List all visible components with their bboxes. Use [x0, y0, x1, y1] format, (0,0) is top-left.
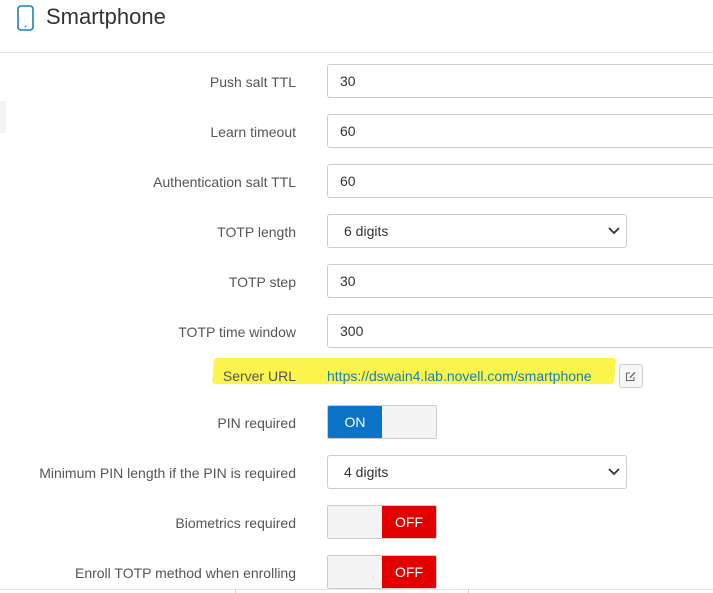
page-title: Smartphone [46, 4, 166, 29]
smartphone-icon [17, 5, 34, 31]
auth-salt-ttl-input[interactable]: 60 [327, 164, 713, 198]
toggle-off-state: OFF [382, 506, 436, 538]
push-salt-ttl-input[interactable]: 30 [327, 64, 713, 98]
pin-required-toggle[interactable]: ON [327, 405, 437, 439]
totp-step-input[interactable]: 30 [327, 264, 713, 298]
min-pin-length-select[interactable]: 4 digits [327, 455, 627, 489]
toggle-off-side [382, 406, 436, 438]
min-pin-length-label: Minimum PIN length if the PIN is require… [39, 465, 296, 481]
edit-url-button[interactable] [619, 364, 643, 388]
edit-icon [625, 372, 636, 382]
bottom-divider [0, 589, 713, 590]
enroll-totp-toggle[interactable]: OFF [327, 555, 437, 589]
toggle-on-side [328, 506, 382, 538]
totp-length-select[interactable]: 6 digits [327, 214, 627, 248]
totp-time-window-input[interactable]: 300 [327, 314, 713, 348]
side-panel-tab[interactable] [0, 101, 6, 133]
page-header: Smartphone [0, 0, 713, 53]
toggle-off-state: OFF [382, 556, 436, 588]
totp-time-window-label: TOTP time window [178, 324, 296, 340]
totp-step-label: TOTP step [228, 274, 296, 290]
column-divider [468, 589, 469, 593]
enroll-totp-label: Enroll TOTP method when enrolling [74, 565, 296, 581]
server-url-link[interactable]: https://dswain4.lab.novell.com/smartphon… [327, 367, 592, 385]
learn-timeout-label: Learn timeout [210, 124, 296, 140]
server-url-label: Server URL [222, 368, 296, 384]
push-salt-ttl-label: Push salt TTL [209, 74, 296, 90]
totp-length-label: TOTP length [217, 224, 296, 240]
learn-timeout-input[interactable]: 60 [327, 114, 713, 148]
toggle-on-side [328, 556, 382, 588]
chevron-down-icon [608, 227, 620, 235]
chevron-down-icon [608, 468, 620, 476]
totp-length-value: 6 digits [344, 223, 389, 239]
biometrics-required-toggle[interactable]: OFF [327, 505, 437, 539]
toggle-on-state: ON [328, 406, 382, 438]
column-divider [235, 589, 236, 593]
pin-required-label: PIN required [217, 415, 296, 431]
biometrics-required-label: Biometrics required [175, 515, 296, 531]
auth-salt-ttl-label: Authentication salt TTL [153, 174, 296, 190]
min-pin-length-value: 4 digits [344, 464, 389, 480]
